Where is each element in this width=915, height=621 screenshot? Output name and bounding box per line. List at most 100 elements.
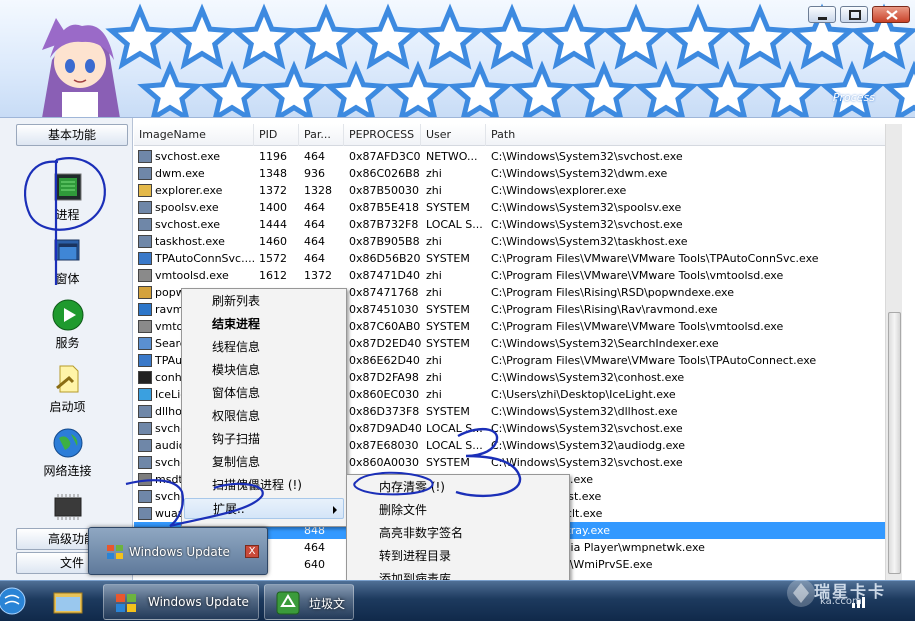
table-cell-user: SYSTEM xyxy=(426,337,470,350)
close-icon xyxy=(886,10,898,20)
gen-file-icon xyxy=(138,201,152,214)
column-header-path[interactable]: Path xyxy=(486,124,902,146)
table-row[interactable]: svchost.exe 1444 464 0x87B732F8 LOCAL S... C:… xyxy=(134,216,902,233)
nav-item-network[interactable]: 网络连接 xyxy=(30,426,105,479)
banner-star-2 xyxy=(229,3,299,70)
basic-functions-button[interactable]: 基本功能 xyxy=(16,124,128,146)
context-menu-item-label: 复制信息 xyxy=(212,455,261,469)
explorer-folder-icon[interactable] xyxy=(46,581,86,621)
context-menu-item[interactable]: 扫描傀儡进程 (!) xyxy=(184,475,344,496)
banner-star-15 xyxy=(261,60,327,117)
minimize-icon xyxy=(818,17,827,20)
vertical-scrollbar[interactable] xyxy=(885,124,902,580)
table-row[interactable]: spoolsv.exe 1400 464 0x87B5E418 SYSTEM C:\Win… xyxy=(134,199,902,216)
banner-star-14 xyxy=(199,60,265,117)
taskbar-label-windows-update: Windows Update xyxy=(148,595,249,609)
tp-file-icon xyxy=(138,354,152,367)
preview-label: Windows Update xyxy=(129,545,230,559)
banner-star-20 xyxy=(571,60,637,117)
column-header-pid[interactable]: PID xyxy=(254,124,299,146)
table-cell-user: zhi xyxy=(426,235,442,248)
table-cell-pid: 1348 xyxy=(259,167,287,180)
banner-star-21 xyxy=(633,60,699,117)
context-menu-item[interactable]: 模块信息 xyxy=(184,360,344,381)
gen-file-icon xyxy=(138,218,152,231)
context-menu-item[interactable]: 窗体信息 xyxy=(184,383,344,404)
column-header-parent[interactable]: Par... xyxy=(299,124,344,146)
close-button[interactable] xyxy=(872,6,910,23)
maximize-button[interactable] xyxy=(840,6,868,23)
start-orb-icon[interactable] xyxy=(0,581,40,621)
context-menu-item[interactable]: 权限信息 xyxy=(184,406,344,427)
nav-item-window[interactable]: 窗体 xyxy=(30,234,105,287)
table-cell-path: C:\Windows\System32\audiodg.exe xyxy=(491,439,686,452)
table-cell-path: C:\Windows\System32\conhost.exe xyxy=(491,371,685,384)
preview-close-button[interactable]: X xyxy=(245,545,259,558)
nav-label-process: 进程 xyxy=(55,208,80,222)
nav-item-process[interactable]: 进程 xyxy=(30,170,105,223)
column-header-peprocess[interactable]: PEPROCESS xyxy=(344,124,421,146)
banner-star-7 xyxy=(539,3,609,70)
process-context-menu: 刷新列表 结束进程 线程信息 模块信息 窗体信息 权限信息 钩子扫描复制信息扫描傀儡进程 (… xyxy=(181,288,347,527)
table-row[interactable]: dwm.exe 1348 936 0x86C026B8 zhi C:\Windows\Sy… xyxy=(134,165,902,182)
box-file-icon xyxy=(138,286,152,299)
table-cell-path: C:\Program Files\VMware\VMware Tools\TPA… xyxy=(491,252,819,265)
context-menu-item[interactable]: 线程信息 xyxy=(184,337,344,358)
watermark-url: ka.ccom xyxy=(820,596,862,607)
banner-star-13 xyxy=(137,60,203,117)
table-cell-pid: 1444 xyxy=(259,218,287,231)
table-cell-peprocess: 0x87B905B8 xyxy=(349,235,420,248)
table-row[interactable]: explorer.exe 1372 1328 0x87B50030 zhi C:\Wind… xyxy=(134,182,902,199)
taskbar-button-windows-update[interactable]: Windows Update xyxy=(103,584,259,620)
table-row[interactable]: TPAutoConnSvc.... 1572 464 0x86D56B20 SYSTEM… xyxy=(134,250,902,267)
table-cell-user: SYSTEM xyxy=(426,252,470,265)
table-row[interactable]: svchost.exe 1196 464 0x87AFD3C0 NETWO... C:\W… xyxy=(134,148,902,165)
table-cell-parent: 1372 xyxy=(304,269,332,282)
table-cell-peprocess: 0x87D9AD40 xyxy=(349,422,421,435)
table-cell-imagename: dwm.exe xyxy=(155,167,205,180)
table-cell-imagename: spoolsv.exe xyxy=(155,201,219,214)
context-menu-item[interactable]: 钩子扫描 xyxy=(184,429,344,450)
context-menu-item[interactable]: 结束进程 xyxy=(184,314,344,335)
taskbar-preview-popup[interactable]: Windows Update X xyxy=(88,527,268,575)
banner-star-18 xyxy=(447,60,513,117)
table-row[interactable]: taskhost.exe 1460 464 0x87B905B8 zhi C:\Windo… xyxy=(134,233,902,250)
table-cell-path: C:\Windows\System32\svchost.exe xyxy=(491,150,683,163)
taskbar-button-recycle[interactable]: 垃圾文 xyxy=(264,584,354,620)
nav-item-service[interactable]: 服务 xyxy=(30,298,105,351)
minimize-button[interactable] xyxy=(808,6,836,23)
startup-icon xyxy=(55,365,78,393)
table-cell-pid: 1460 xyxy=(259,235,287,248)
context-menu-item[interactable]: 刷新列表 xyxy=(184,291,344,312)
table-row[interactable]: vmtoolsd.exe 1612 1372 0x87471D40 zhi C:\Prog… xyxy=(134,267,902,284)
banner-star-19 xyxy=(509,60,575,117)
table-cell-user: SYSTEM xyxy=(426,303,470,316)
context-menu-item[interactable]: 扩展.. xyxy=(184,498,344,519)
scrollbar-thumb[interactable] xyxy=(888,312,901,574)
table-cell-parent: 640 xyxy=(304,558,325,571)
banner-star-5 xyxy=(415,3,485,70)
taskbar: Windows Update 垃圾文 xyxy=(0,580,915,621)
driver-chip-icon xyxy=(54,494,81,520)
submenu-item[interactable]: 高亮非数字签名 xyxy=(349,523,567,544)
nav-item-startup[interactable]: 启动项 xyxy=(30,362,105,415)
table-cell-peprocess: 0x87C60AB0 xyxy=(349,320,421,333)
table-cell-imagename: svchost.exe xyxy=(155,218,221,231)
submenu-item[interactable]: 内存清零 (!) xyxy=(349,477,567,498)
column-header-imagename[interactable]: ImageName xyxy=(134,124,254,146)
banner-star-16 xyxy=(323,60,389,117)
table-cell-parent: 464 xyxy=(304,218,325,231)
rav-file-icon xyxy=(138,303,152,316)
submenu-item[interactable]: 删除文件 xyxy=(349,500,567,521)
nav-item-driver[interactable] xyxy=(30,490,105,526)
table-cell-user: LOCAL S... xyxy=(426,218,483,231)
context-menu-item[interactable]: 复制信息 xyxy=(184,452,344,473)
ice-file-icon xyxy=(138,388,152,401)
submenu-item[interactable]: 转到进程目录 xyxy=(349,546,567,567)
column-header-user[interactable]: User xyxy=(421,124,486,146)
submenu-item-label: 转到进程目录 xyxy=(379,549,452,563)
table-cell-peprocess: 0x86C026B8 xyxy=(349,167,420,180)
table-cell-parent: 464 xyxy=(304,541,325,554)
table-cell-pid: 1400 xyxy=(259,201,287,214)
table-cell-path: C:\Users\zhi\Desktop\IceLight.exe xyxy=(491,388,676,401)
